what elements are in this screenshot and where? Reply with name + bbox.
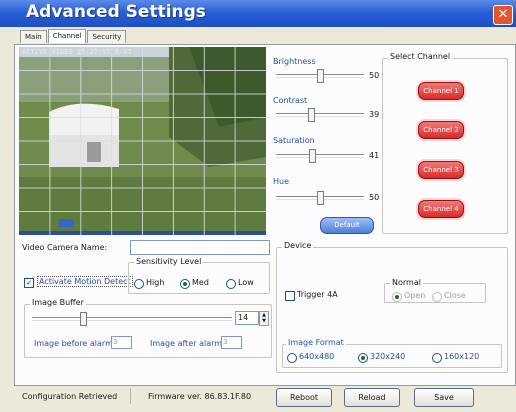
channel-3-button[interactable]: Channel 3 [418,161,464,179]
tab-main[interactable]: Main [20,30,47,43]
channel-2-button[interactable]: Channel 2 [418,121,464,139]
image-before-alarm-label: Image before alarm: [34,339,116,348]
firmware-version: Firmware ver. 86.83.1F.80 [148,392,252,401]
trigger-label: Trigger 4A [297,290,338,299]
advanced-settings-window: Advanced Settings ✕ Main Channel Securit… [0,0,516,412]
image-buffer-slider[interactable] [32,312,232,326]
normal-close-radio[interactable] [432,292,442,302]
window-title: Advanced Settings [26,2,206,22]
sensitivity-low-label: Low [238,278,254,287]
brightness-slider[interactable] [276,69,364,83]
contrast-value: 39 [369,110,380,119]
slider-thumb[interactable] [80,312,87,326]
image-buffer-title: Image Buffer [30,298,86,307]
slider-track [276,113,364,117]
hue-slider[interactable] [276,191,364,205]
slider-thumb[interactable] [317,69,324,83]
reload-button[interactable]: Reload [344,388,400,407]
format-320-label: 320x240 [370,352,406,361]
contrast-label: Contrast [273,96,308,105]
slider-track [276,154,364,158]
tab-channel[interactable]: Channel [47,29,87,43]
normal-title: Normal [390,278,423,287]
hue-label: Hue [273,177,290,186]
saturation-value: 41 [369,151,380,160]
reboot-button[interactable]: Reboot [276,388,332,407]
image-buffer-field[interactable]: 14 [235,311,259,325]
close-icon[interactable]: ✕ [493,5,513,25]
normal-close-label: Close [444,291,466,300]
status-separator [130,388,131,404]
tab-strip: Main Channel Security [20,29,127,44]
contrast-slider[interactable] [276,108,364,122]
channel-1-button[interactable]: Channel 1 [418,82,464,100]
slider-thumb[interactable] [308,108,315,122]
format-640-label: 640x480 [299,352,335,361]
image-after-alarm-field[interactable]: 3 [221,336,242,349]
sensitivity-title: Sensitivity Level [134,257,204,266]
camera-name-label: Video Camera Name: [22,243,108,252]
image-before-alarm-field[interactable]: 3 [111,336,132,349]
format-160-label: 160x120 [444,352,480,361]
video-scene [19,47,266,235]
video-preview[interactable]: ACTIVE VIDEO 15:27:55 8/07 [19,47,266,235]
format-640-radio[interactable] [287,353,297,363]
default-button[interactable]: Default [320,217,374,234]
activate-motion-label[interactable]: Activate Motion Detect [37,276,133,287]
save-button[interactable]: Save [414,388,474,407]
title-bar[interactable]: Advanced Settings ✕ [0,0,516,27]
device-title: Device [282,241,314,250]
select-channel-title: Select Channel [388,52,453,61]
sensitivity-high-label: High [146,278,165,287]
normal-open-radio[interactable] [392,292,402,302]
activate-motion-checkbox[interactable]: ✓ [24,278,34,288]
format-160-radio[interactable] [432,353,442,363]
sensitivity-low-radio[interactable] [226,279,236,289]
tab-security[interactable]: Security [87,30,127,43]
image-format-title: Image Format [286,338,346,347]
sensitivity-med-radio[interactable] [180,279,190,289]
format-320-radio[interactable] [358,353,368,363]
sensitivity-high-radio[interactable] [134,279,144,289]
video-overlay-text: ACTIVE VIDEO 15:27:55 8/07 [22,48,132,56]
trigger-checkbox[interactable] [285,291,295,301]
saturation-slider[interactable] [276,149,364,163]
image-buffer-spinner[interactable]: ▲ ▼ [259,311,269,326]
slider-thumb[interactable] [317,191,324,205]
hue-value: 50 [369,193,380,202]
slider-thumb[interactable] [309,149,316,163]
camera-name-field[interactable] [130,240,270,255]
slider-track [32,317,232,321]
status-bar: Configuration Retrieved Firmware ver. 86… [14,386,514,408]
sensitivity-med-label: Med [192,278,209,287]
saturation-label: Saturation [273,136,315,145]
normal-open-label: Open [404,291,426,300]
status-message: Configuration Retrieved [22,392,118,401]
brightness-value: 50 [369,71,380,80]
brightness-label: Brightness [273,57,316,66]
image-after-alarm-label: Image after alarm: [150,339,225,348]
channel-4-button[interactable]: Channel 4 [418,200,464,218]
